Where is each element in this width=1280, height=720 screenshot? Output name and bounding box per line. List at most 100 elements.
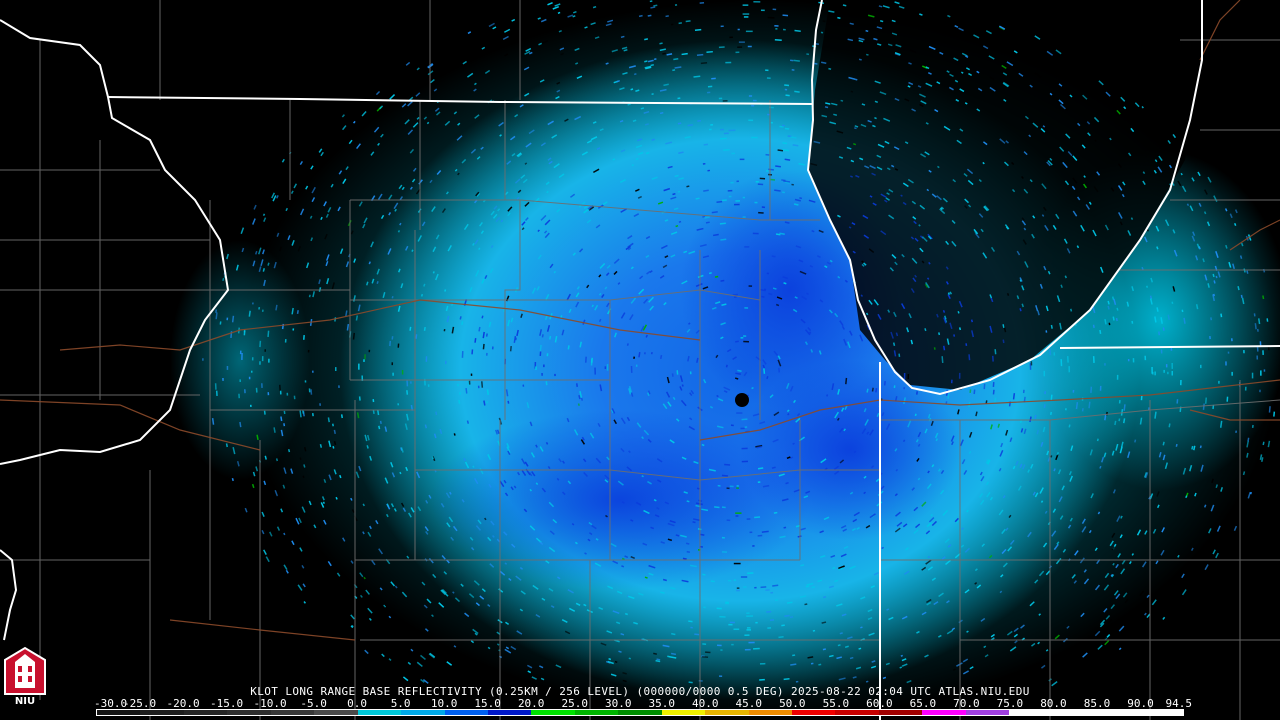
scale-color-segment bbox=[401, 710, 445, 715]
echo-gate bbox=[202, 358, 204, 361]
echo-gate bbox=[1227, 351, 1230, 354]
echo-gate bbox=[459, 392, 461, 395]
scale-color-segment bbox=[1139, 710, 1183, 715]
echo-gate bbox=[286, 392, 289, 396]
scale-color-segment bbox=[618, 710, 662, 715]
echo-gate bbox=[730, 181, 734, 184]
echo-gate bbox=[720, 649, 723, 651]
radar-display: KLOT LONG RANGE BASE REFLECTIVITY (0.25K… bbox=[0, 0, 1280, 720]
echo-gate bbox=[737, 46, 743, 48]
echo-gate bbox=[1065, 408, 1067, 411]
scale-color-segment bbox=[1009, 710, 1053, 715]
echo-gate bbox=[736, 180, 739, 183]
echo-gate bbox=[725, 61, 732, 64]
echo-gate bbox=[753, 0, 761, 3]
echo-gate bbox=[736, 487, 739, 489]
echo-gate bbox=[744, 307, 749, 309]
echo-gate bbox=[784, 88, 788, 91]
echo-gate bbox=[1154, 371, 1156, 376]
echo-gate bbox=[747, 572, 754, 575]
echo-gate bbox=[267, 392, 270, 396]
echo-gate bbox=[743, 340, 749, 343]
echo-gate bbox=[630, 365, 633, 373]
echo-gate bbox=[1053, 352, 1056, 356]
echo-gate bbox=[703, 606, 706, 609]
echo-gate bbox=[1263, 369, 1266, 372]
echo-gate bbox=[903, 386, 906, 390]
echo-gate bbox=[720, 25, 724, 28]
echo-gate bbox=[338, 385, 340, 389]
echo-gate bbox=[743, 586, 747, 588]
echo-gate bbox=[735, 51, 740, 54]
echo-gate bbox=[729, 36, 733, 39]
echo-gate bbox=[293, 395, 296, 400]
echo-gate bbox=[1218, 380, 1220, 384]
scale-color-segment bbox=[183, 710, 228, 715]
echo-gate bbox=[535, 366, 537, 370]
echo-gate bbox=[1127, 358, 1130, 362]
scale-color-segment bbox=[97, 710, 141, 715]
echo-gate bbox=[1257, 328, 1259, 332]
echo-gate bbox=[746, 518, 751, 520]
echo-gate bbox=[391, 362, 394, 366]
echo-gate bbox=[744, 648, 751, 651]
echo-gate bbox=[1099, 385, 1102, 391]
echo-gate bbox=[728, 623, 733, 626]
echo-gate bbox=[745, 30, 753, 33]
echo-gate bbox=[239, 350, 242, 355]
echo-gate bbox=[744, 246, 750, 248]
echo-gate bbox=[747, 45, 752, 48]
echo-gate bbox=[731, 643, 734, 646]
echo-gate bbox=[730, 424, 734, 427]
echo-gate bbox=[721, 536, 725, 539]
echo-gate bbox=[368, 349, 371, 353]
echo-gate bbox=[737, 28, 740, 31]
echo-gate bbox=[718, 46, 725, 49]
echo-gate bbox=[722, 551, 728, 553]
echo-gate bbox=[719, 675, 723, 678]
echo-gate bbox=[308, 388, 311, 393]
echo-gate bbox=[546, 353, 549, 357]
echo-gate bbox=[710, 123, 714, 126]
color-scale-bar bbox=[96, 709, 1184, 716]
echo-gate bbox=[468, 380, 471, 385]
echo-gate bbox=[746, 612, 750, 614]
echo-gate bbox=[604, 366, 607, 370]
echo-gate bbox=[1104, 363, 1106, 366]
echo-gate bbox=[1160, 349, 1163, 354]
scale-color-segment bbox=[835, 710, 879, 715]
echo-gate bbox=[1165, 364, 1168, 368]
echo-gate bbox=[635, 364, 638, 367]
echo-gate bbox=[728, 579, 732, 582]
echo-gate bbox=[742, 4, 749, 6]
scale-color-segment bbox=[444, 710, 488, 715]
niu-logo: NIU bbox=[3, 646, 47, 716]
echo-gate bbox=[782, 28, 786, 31]
echo-gate bbox=[425, 356, 428, 362]
echo-gate bbox=[742, 216, 746, 218]
scale-color-segment bbox=[140, 710, 184, 715]
echo-gate bbox=[319, 403, 321, 406]
echo-gate bbox=[741, 447, 748, 450]
echo-gate bbox=[766, 77, 771, 80]
echo-gate bbox=[733, 628, 740, 630]
echo-gate bbox=[284, 339, 287, 343]
echo-gate bbox=[606, 364, 609, 371]
echo-gate bbox=[736, 412, 743, 414]
radar-site-marker bbox=[735, 393, 749, 407]
echo-gate bbox=[427, 384, 430, 387]
echo-gate bbox=[1231, 338, 1233, 342]
echo-gate bbox=[752, 545, 755, 547]
echo-gate bbox=[261, 356, 264, 362]
echo-gate bbox=[761, 206, 766, 209]
echo-gate bbox=[1243, 350, 1245, 354]
echo-gate bbox=[1251, 372, 1254, 379]
echo-gate bbox=[244, 389, 246, 394]
echo-gate bbox=[1209, 335, 1211, 340]
echo-gate bbox=[726, 487, 730, 490]
echo-gate bbox=[748, 119, 754, 122]
echo-gate bbox=[749, 531, 753, 534]
echo-gate bbox=[748, 95, 753, 97]
echo-gate bbox=[770, 591, 774, 594]
echo-gate bbox=[251, 357, 254, 361]
